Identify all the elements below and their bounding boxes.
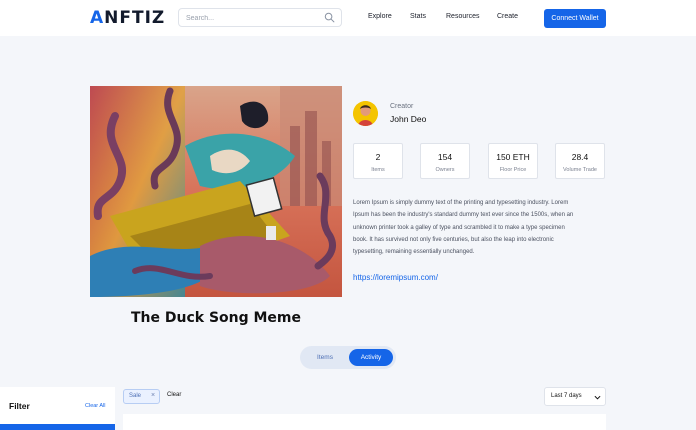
nft-title: The Duck Song Meme [130, 310, 302, 326]
stat-volume-trade: 28.4 Volume Trade [555, 143, 605, 179]
tab-switcher: Items Activity [300, 346, 396, 369]
nft-artwork-image [90, 86, 342, 297]
stat-items: 2 Items [353, 143, 403, 179]
activity-results-panel [123, 414, 606, 430]
creator-name[interactable]: John Deo [390, 114, 426, 124]
filter-title: Filter [9, 401, 30, 411]
stat-floor-price: 150 ETH Floor Price [488, 143, 538, 179]
stat-value: 28.4 [571, 152, 589, 162]
tab-activity[interactable]: Activity [349, 349, 393, 366]
search-input[interactable] [186, 12, 316, 24]
clear-all-link[interactable]: Clear All [85, 403, 105, 409]
chevron-down-icon [594, 395, 601, 400]
nav-resources[interactable]: Resources [446, 13, 479, 20]
creator-label: Creator [390, 103, 414, 110]
stat-value: 2 [375, 152, 381, 162]
stat-value: 154 [437, 152, 453, 162]
search-box[interactable] [178, 8, 342, 27]
external-link[interactable]: https://loremipsum.com/ [353, 273, 438, 282]
close-icon[interactable]: × [151, 392, 155, 399]
stat-label: Owners [435, 167, 455, 173]
logo[interactable]: ANFTIZ [90, 8, 165, 28]
search-icon[interactable] [324, 12, 335, 23]
description-line: Ipsum has been the industry's standard d… [353, 212, 574, 219]
chip-label: Sale [129, 393, 142, 399]
creator-avatar[interactable] [353, 101, 378, 126]
description-line: Lorem Ipsum is simply dummy text of the … [353, 200, 569, 206]
nav-explore[interactable]: Explore [368, 13, 392, 20]
description-line: unknown printer took a galley of type an… [353, 224, 565, 231]
logo-mark: A [90, 8, 105, 28]
filter-chip-sale[interactable]: Sale × [123, 389, 160, 404]
logo-text: NFTIZ [104, 8, 166, 28]
stat-label: Items [371, 167, 385, 173]
clear-filters-link[interactable]: Clear [167, 392, 181, 398]
nav-create[interactable]: Create [497, 13, 518, 20]
stat-label: Volume Trade [563, 167, 597, 173]
nft-description: Lorem Ipsum is simply dummy text of the … [353, 197, 607, 258]
nav-stats[interactable]: Stats [410, 13, 426, 20]
tab-items[interactable]: Items [303, 349, 347, 366]
connect-wallet-button[interactable]: Connect Wallet [544, 9, 606, 28]
filter-accent-bar [0, 424, 115, 430]
top-navbar: ANFTIZ Explore Stats Resources Create Co… [0, 0, 696, 36]
stat-value: 150 ETH [496, 152, 530, 162]
description-line: typesetting, remaining essentially uncha… [353, 249, 475, 256]
stat-label: Floor Price [499, 167, 527, 173]
select-value: Last 7 days [551, 393, 582, 399]
description-line: book. It has survived not only five cent… [353, 236, 554, 243]
time-range-select[interactable]: Last 7 days [544, 387, 606, 406]
stat-owners: 154 Owners [420, 143, 470, 179]
